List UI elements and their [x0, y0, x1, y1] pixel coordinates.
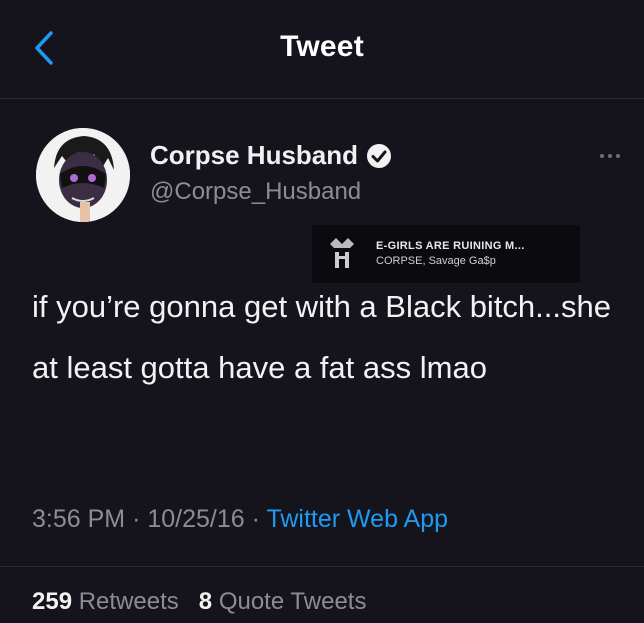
- tweet-source-link[interactable]: Twitter Web App: [266, 505, 448, 533]
- tweet-time: 3:56 PM: [32, 505, 126, 533]
- page-title: Tweet: [280, 30, 364, 63]
- more-options-icon[interactable]: [600, 146, 632, 166]
- now-playing-info: E-GIRLS ARE RUINING M... CORPSE, Savage …: [376, 239, 525, 269]
- author-display-name: Corpse Husband: [150, 140, 359, 170]
- song-artist: CORPSE, Savage Ga$p: [376, 255, 496, 267]
- album-art-icon: [318, 231, 366, 277]
- author-name-row[interactable]: Corpse Husband: [150, 140, 392, 171]
- tweet-text: if you’re gonna get with a Black bitch..…: [32, 289, 611, 385]
- retweets-count: 259: [32, 588, 73, 615]
- quote-tweets-stat[interactable]: 8 Quote Tweets: [199, 588, 367, 615]
- divider: [0, 566, 644, 567]
- avatar[interactable]: [36, 128, 130, 222]
- top-bar: Tweet: [0, 0, 644, 99]
- verified-badge-icon: [366, 143, 392, 169]
- tweet-date: 10/25/16: [147, 505, 245, 533]
- separator-dot: ·: [132, 505, 148, 533]
- retweets-label: Retweets: [78, 588, 179, 615]
- quote-tweets-label: Quote Tweets: [218, 588, 367, 615]
- author-handle[interactable]: @Corpse_Husband: [150, 178, 361, 206]
- avatar-image: [36, 128, 130, 222]
- separator-dot: ·: [251, 505, 267, 533]
- tweet-metadata: 3:56 PM · 10/25/16 · Twitter Web App: [32, 505, 448, 534]
- engagement-stats: 259 Retweets 8 Quote Tweets: [32, 588, 366, 616]
- now-playing-overlay[interactable]: E-GIRLS ARE RUINING M... CORPSE, Savage …: [312, 225, 580, 283]
- quote-tweets-count: 8: [198, 588, 213, 615]
- song-title: E-GIRLS ARE RUINING M...: [376, 240, 525, 253]
- retweets-stat[interactable]: 259 Retweets: [32, 588, 179, 615]
